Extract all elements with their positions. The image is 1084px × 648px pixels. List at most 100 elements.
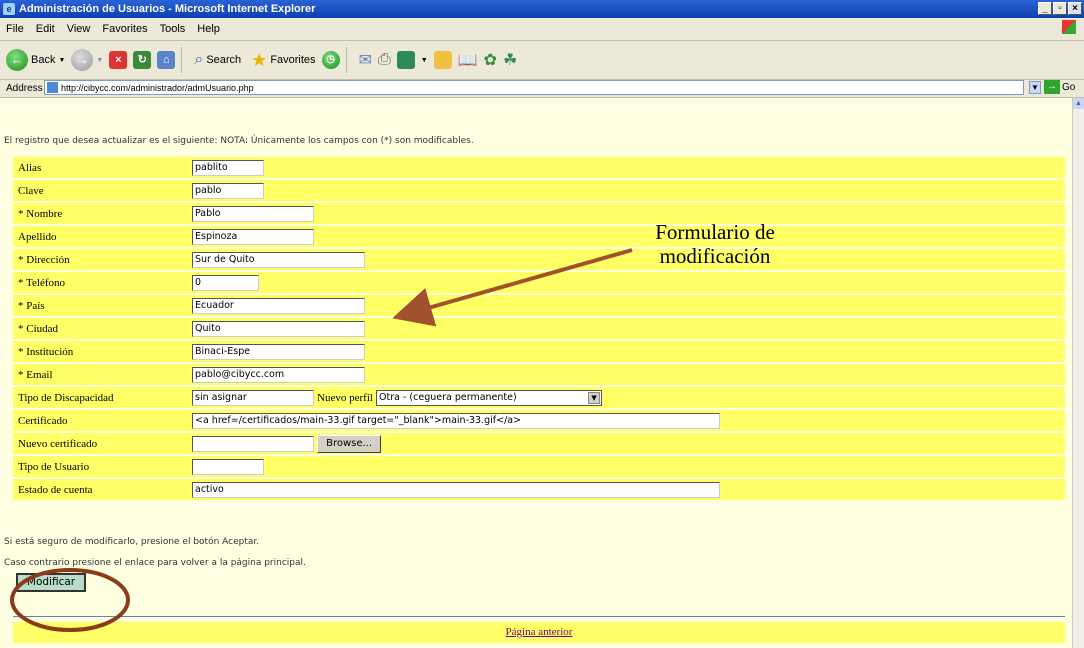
mail-icon[interactable]: ✉ bbox=[359, 50, 372, 70]
close-button[interactable]: × bbox=[1068, 2, 1082, 15]
annotation-label: Formulario de modificación bbox=[620, 220, 810, 268]
chevron-down-icon: ▼ bbox=[58, 56, 66, 64]
annotation-line2: modificación bbox=[659, 244, 771, 268]
research-icon[interactable]: 📖 bbox=[458, 50, 478, 70]
minimize-button[interactable]: _ bbox=[1038, 2, 1052, 15]
edit-icon[interactable] bbox=[396, 51, 415, 69]
home-icon[interactable]: ⌂ bbox=[157, 51, 176, 69]
institucion-input[interactable]: Binaci-Espe bbox=[192, 343, 365, 360]
table-row: Alias pablito bbox=[13, 157, 1065, 178]
folder-icon[interactable] bbox=[433, 51, 452, 69]
menu-view[interactable]: View bbox=[61, 23, 97, 35]
table-row: * Ciudad Quito bbox=[13, 318, 1065, 339]
stop-icon[interactable]: × bbox=[109, 51, 128, 69]
scroll-up-icon[interactable]: ▲ bbox=[1073, 98, 1084, 109]
windows-logo-icon bbox=[1062, 20, 1076, 34]
ie-icon: e bbox=[3, 3, 15, 15]
address-label: Address bbox=[6, 82, 43, 94]
direccion-input[interactable]: Sur de Quito bbox=[192, 251, 365, 268]
annotation-line1: Formulario de bbox=[655, 220, 775, 244]
vertical-scrollbar[interactable]: ▲ bbox=[1072, 98, 1084, 648]
search-icon: ⌕ bbox=[194, 51, 204, 68]
page-icon bbox=[47, 82, 58, 93]
menu-help[interactable]: Help bbox=[191, 23, 226, 35]
page-content: El registro que desea actualizar es el s… bbox=[0, 98, 1072, 648]
alias-input[interactable]: pablito bbox=[192, 159, 264, 176]
go-arrow-icon: → bbox=[1044, 80, 1060, 94]
menu-favorites[interactable]: Favorites bbox=[96, 23, 153, 35]
favorites-button[interactable]: ★ Favorites bbox=[251, 50, 315, 71]
toolbar-separator bbox=[181, 47, 183, 73]
modificar-button[interactable]: Modificar bbox=[16, 573, 86, 592]
browse-button[interactable]: Browse... bbox=[317, 434, 382, 453]
field-label: Nuevo certificado bbox=[13, 433, 192, 454]
nombre-input[interactable]: Pablo bbox=[192, 205, 314, 222]
menu-file[interactable]: File bbox=[0, 23, 30, 35]
go-button[interactable]: → Go bbox=[1044, 80, 1075, 94]
table-row: Clave pablo bbox=[13, 180, 1065, 201]
address-dropdown-icon[interactable]: ▼ bbox=[1029, 81, 1041, 94]
history-icon[interactable]: ◷ bbox=[321, 51, 340, 69]
chevron-down-icon: ▼ bbox=[588, 391, 601, 404]
tipo-discapacidad-input[interactable]: sin asignar bbox=[192, 389, 314, 406]
back-button[interactable]: ← Back ▼ bbox=[6, 49, 65, 71]
estado-cuenta-input[interactable]: activo bbox=[192, 481, 720, 498]
field-label: * Nombre bbox=[13, 203, 192, 224]
clave-input[interactable]: pablo bbox=[192, 182, 264, 199]
field-label: Alias bbox=[13, 157, 192, 178]
certificado-input[interactable]: <a href=/certificados/main-33.gif target… bbox=[192, 412, 720, 429]
chevron-down-icon: ▼ bbox=[96, 56, 104, 64]
table-row: * Institución Binaci-Espe bbox=[13, 341, 1065, 362]
pagina-anterior-link[interactable]: Página anterior bbox=[506, 626, 573, 638]
field-label: Apellido bbox=[13, 226, 192, 247]
address-bar: Address http://cibycc.com/administrador/… bbox=[0, 79, 1084, 98]
window-title-bar: e Administración de Usuarios - Microsoft … bbox=[0, 0, 1084, 18]
tipo-usuario-input[interactable] bbox=[192, 458, 264, 475]
address-input[interactable]: http://cibycc.com/administrador/admUsuar… bbox=[44, 80, 1024, 95]
nuevo-certificado-input[interactable] bbox=[192, 435, 314, 452]
forward-button[interactable]: → ▼ bbox=[71, 49, 103, 71]
field-label: * País bbox=[13, 295, 192, 316]
nuevo-perfil-select[interactable]: Otra - (ceguera permanente) ▼ bbox=[376, 389, 603, 406]
table-row: * Dirección Sur de Quito bbox=[13, 249, 1065, 270]
field-label: Tipo de Discapacidad bbox=[13, 387, 192, 408]
chevron-down-icon[interactable]: ▼ bbox=[421, 57, 428, 64]
intro-text: El registro que desea actualizar es el s… bbox=[4, 136, 474, 146]
ciudad-input[interactable]: Quito bbox=[192, 320, 365, 337]
divider bbox=[13, 616, 1065, 617]
people-icon[interactable]: ☘ bbox=[503, 50, 517, 70]
window-title: Administración de Usuarios - Microsoft I… bbox=[19, 3, 316, 15]
messenger-icon[interactable]: ✿ bbox=[484, 50, 497, 70]
table-row: Certificado <a href=/certificados/main-3… bbox=[13, 410, 1065, 431]
search-button[interactable]: ⌕ Search bbox=[194, 51, 241, 69]
maximize-button[interactable]: ▫ bbox=[1053, 2, 1067, 15]
refresh-icon[interactable]: ↻ bbox=[133, 51, 152, 69]
field-label: Clave bbox=[13, 180, 192, 201]
footer-bar: Página anterior bbox=[13, 622, 1065, 643]
cancel-note: Caso contrario presione el enlace para v… bbox=[4, 558, 306, 568]
field-label: * Teléfono bbox=[13, 272, 192, 293]
menu-edit[interactable]: Edit bbox=[30, 23, 61, 35]
telefono-input[interactable]: 0 bbox=[192, 274, 259, 291]
table-row: * Teléfono 0 bbox=[13, 272, 1065, 293]
table-row: Tipo de Usuario bbox=[13, 456, 1065, 477]
toolbar: ← Back ▼ → ▼ × ↻ ⌂ ⌕ Search ★ Favorites … bbox=[0, 41, 1084, 80]
pais-input[interactable]: Ecuador bbox=[192, 297, 365, 314]
menu-tools[interactable]: Tools bbox=[154, 23, 192, 35]
forward-arrow-icon: → bbox=[71, 49, 94, 71]
table-row: * Email pablo@cibycc.com bbox=[13, 364, 1065, 385]
menu-bar: File Edit View Favorites Tools Help bbox=[0, 18, 1084, 41]
print-icon[interactable]: ⎙ bbox=[378, 51, 391, 69]
field-label: Tipo de Usuario bbox=[13, 456, 192, 477]
table-row: * País Ecuador bbox=[13, 295, 1065, 316]
email-input[interactable]: pablo@cibycc.com bbox=[192, 366, 365, 383]
field-label: * Ciudad bbox=[13, 318, 192, 339]
confirm-note: Si está seguro de modificarlo, presione … bbox=[4, 537, 260, 547]
field-label: Estado de cuenta bbox=[13, 479, 192, 500]
apellido-input[interactable]: Espinoza bbox=[192, 228, 314, 245]
go-label: Go bbox=[1062, 81, 1076, 93]
address-url: http://cibycc.com/administrador/admUsuar… bbox=[61, 82, 254, 93]
star-icon: ★ bbox=[251, 49, 268, 70]
nuevo-perfil-selected: Otra - (ceguera permanente) bbox=[379, 392, 517, 403]
field-label: * Dirección bbox=[13, 249, 192, 270]
